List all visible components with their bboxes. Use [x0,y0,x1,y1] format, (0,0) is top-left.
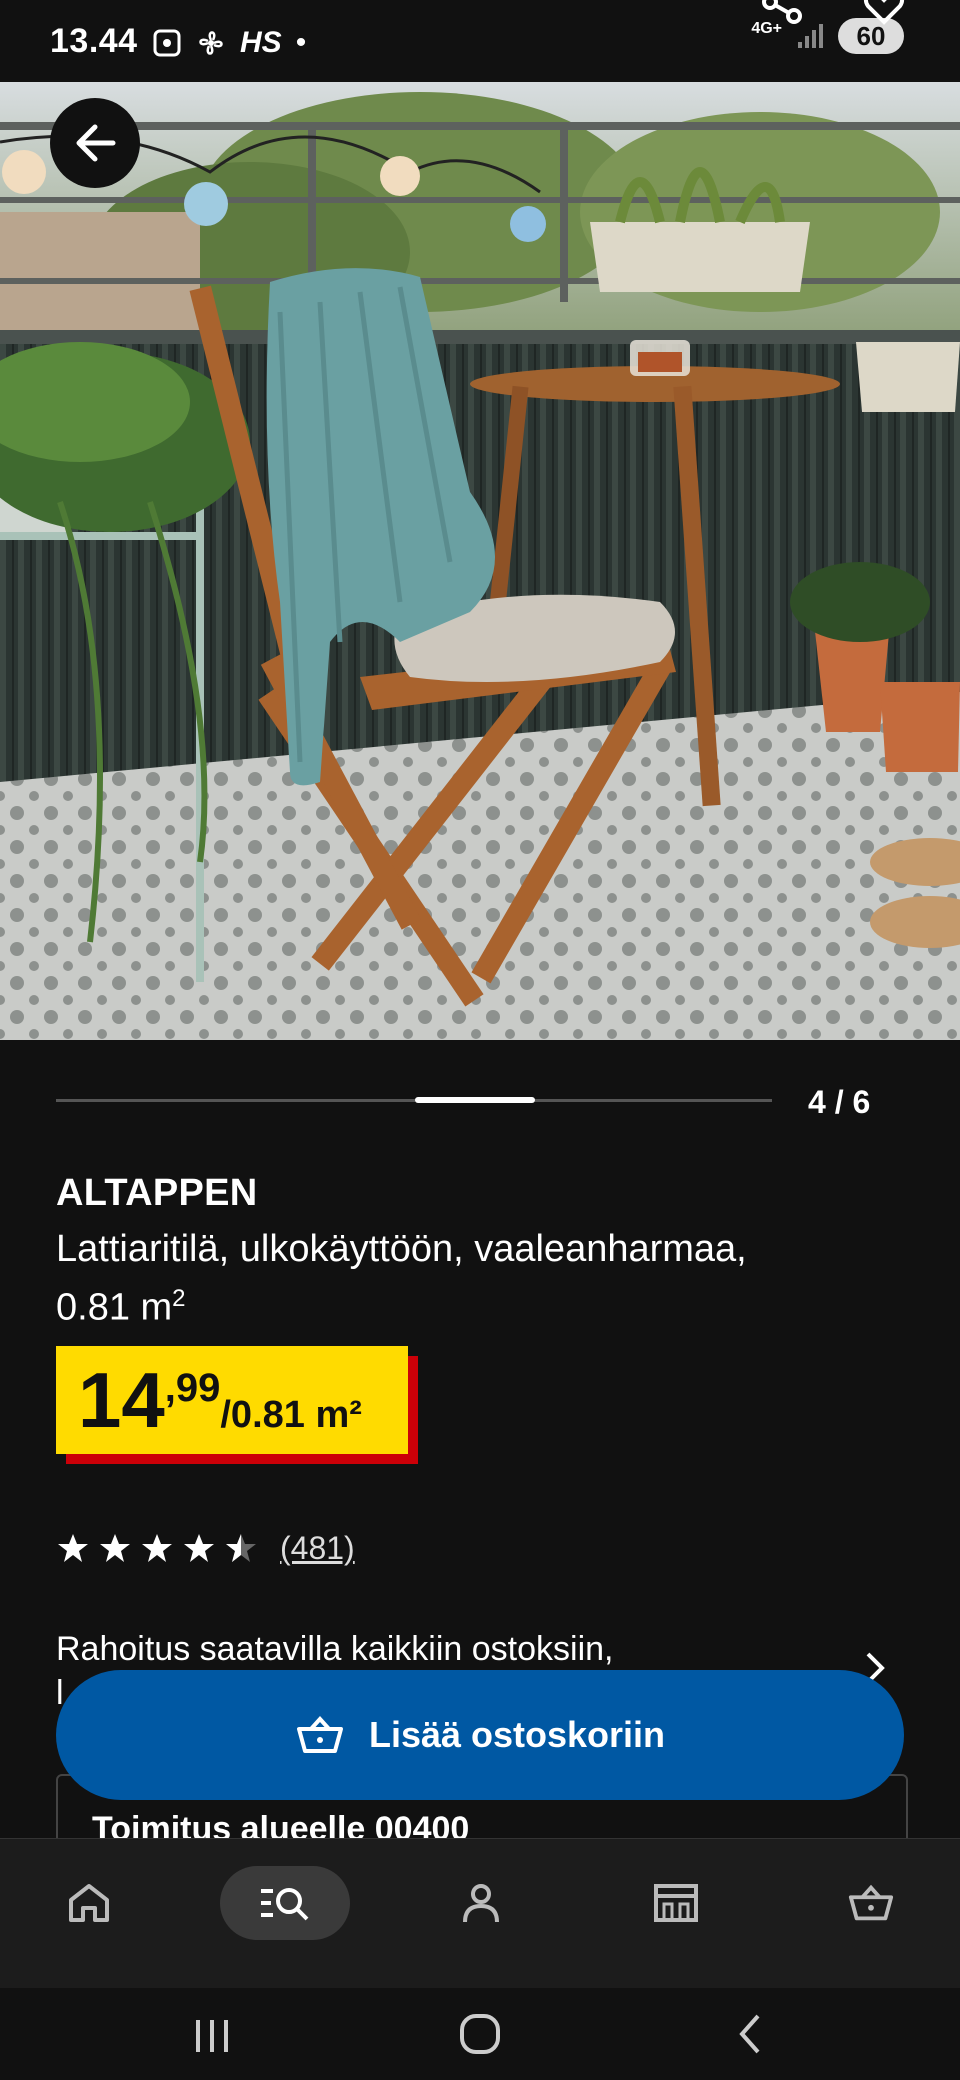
gallery-counter: 4 / 6 [808,1084,871,1120]
add-to-cart-button[interactable]: Lisää ostoskoriin [56,1670,904,1800]
product-name: ALTAPPEN [56,1172,258,1214]
back-button[interactable] [50,98,140,188]
nav-search[interactable] [220,1866,350,1940]
nav-store[interactable] [611,1866,741,1940]
star-half-icon [226,1534,256,1562]
balcony-photo [0,82,960,1040]
home-system-icon[interactable] [458,2012,502,2056]
back-system-icon[interactable] [734,2012,766,2056]
recents-icon[interactable] [190,2016,234,2056]
fan-icon [199,31,223,55]
product-description: Lattiaritilä, ulkokäyttöön, vaaleanharma… [56,1224,906,1333]
gallery-progress-track [56,1099,772,1102]
star-full-icon [184,1534,214,1562]
status-icons-left: HS • [152,26,306,60]
product-size: 0.81 m [56,1286,173,1329]
review-count-link[interactable]: (481) [280,1530,355,1567]
gallery-progress-indicator [415,1097,535,1103]
arrow-left-icon [76,124,116,162]
signal-icon [798,24,823,48]
status-time: 13.44 [50,22,138,60]
add-to-cart-label: Lisää ostoskoriin [368,1714,666,1755]
star-full-icon [142,1534,172,1562]
nav-cart[interactable] [806,1866,936,1940]
product-size-sup: 2 [172,1285,186,1312]
basket-icon [296,1716,343,1753]
screenshot-icon [153,29,181,57]
star-full-icon [100,1534,130,1562]
price-tag: 14 ,99 /0.81 m² [56,1346,408,1454]
carrier-label: HS [240,26,282,59]
store-icon [654,1884,698,1922]
nav-home[interactable] [24,1866,154,1940]
product-image[interactable] [0,82,960,1040]
person-icon [463,1884,499,1923]
rating-stars[interactable] [56,1532,258,1564]
finance-info[interactable]: Rahoitus saatavilla kaikkiin ostoksiin, [56,1630,836,1669]
price-decimals: ,99 [164,1366,221,1410]
home-icon [69,1884,109,1922]
favourite-heart-icon[interactable] [862,0,906,26]
dot-icon: • [295,26,307,59]
nav-profile[interactable] [416,1866,546,1940]
share-icon[interactable] [760,0,804,26]
system-navigation [0,1988,960,2080]
product-description-text: Lattiaritilä, ulkokäyttöön, vaaleanharma… [56,1228,747,1270]
search-list-icon [261,1888,309,1921]
price-integer: 14 [78,1356,165,1444]
price-unit: /0.81 m² [220,1394,362,1436]
status-bar: 13.44 HS • 4G+ 60 [0,0,960,86]
star-full-icon [58,1534,88,1562]
basket-icon [848,1884,894,1921]
